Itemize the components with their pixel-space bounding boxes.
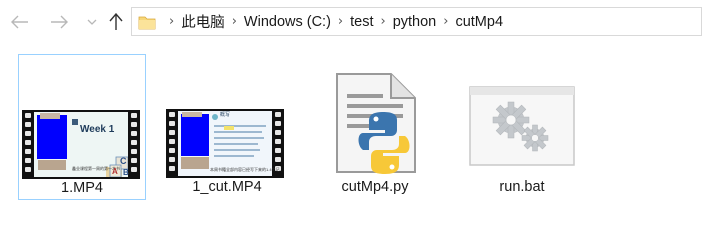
- breadcrumb-python[interactable]: python: [393, 14, 437, 30]
- file-item-run-bat[interactable]: run.bat: [458, 54, 586, 200]
- breadcrumb-separator[interactable]: ›: [338, 14, 343, 29]
- thumb-title: 概写: [220, 112, 231, 118]
- letter-block-a: A: [112, 167, 118, 176]
- python-file-icon: [336, 73, 416, 174]
- file-item-1-cut-mp4[interactable]: 概写 本周书籍全部内容已经写下来的1.4个记 1_cut.MP4: [163, 54, 291, 200]
- forward-button[interactable]: [49, 12, 69, 32]
- video-thumbnail: Week 1 鑫业课程第一周的第一本书 C A B: [22, 110, 140, 179]
- breadcrumb-windows-c[interactable]: Windows (C:): [244, 14, 331, 30]
- breadcrumb-test[interactable]: test: [350, 14, 373, 30]
- file-name: run.bat: [499, 179, 545, 195]
- file-item-1-mp4[interactable]: Week 1 鑫业课程第一周的第一本书 C A B 1.MP4: [18, 54, 146, 200]
- breadcrumb-separator[interactable]: ›: [169, 14, 174, 29]
- breadcrumb-cutmp4[interactable]: cutMp4: [455, 14, 503, 30]
- breadcrumb-separator[interactable]: ›: [443, 14, 448, 29]
- chevron-down-icon: [87, 19, 97, 25]
- up-button[interactable]: [106, 12, 126, 32]
- thumb-title: Week 1: [80, 124, 115, 135]
- file-list: Week 1 鑫业课程第一周的第一本书 C A B 1.MP4 概写 本周书籍全…: [0, 44, 704, 242]
- breadcrumb-this-pc[interactable]: 此电脑: [181, 11, 225, 32]
- file-item-cutmp4-py[interactable]: cutMp4.py: [311, 54, 439, 200]
- letter-block-b: B: [123, 168, 129, 177]
- letter-block-c: C: [120, 156, 127, 166]
- arrow-up-icon: [109, 13, 123, 30]
- navigation-bar: › 此电脑 › Windows (C:) › test › python › c…: [0, 0, 704, 44]
- file-name: 1.MP4: [61, 180, 103, 196]
- file-name: cutMp4.py: [341, 179, 409, 195]
- arrow-left-icon: [11, 15, 28, 29]
- back-button[interactable]: [10, 12, 30, 32]
- folder-icon: [138, 16, 156, 29]
- arrow-right-icon: [51, 15, 68, 29]
- address-bar[interactable]: › 此电脑 › Windows (C:) › test › python › c…: [131, 7, 702, 36]
- breadcrumb-separator[interactable]: ›: [232, 14, 237, 29]
- file-name: 1_cut.MP4: [192, 179, 262, 195]
- breadcrumb-separator[interactable]: ›: [381, 14, 386, 29]
- video-thumbnail: 概写 本周书籍全部内容已经写下来的1.4个记: [166, 109, 284, 178]
- recent-locations-button[interactable]: [86, 12, 98, 32]
- thumb-caption: 本周书籍全部内容已经写下来的1.4个记: [210, 167, 280, 172]
- batch-file-icon: [469, 86, 575, 166]
